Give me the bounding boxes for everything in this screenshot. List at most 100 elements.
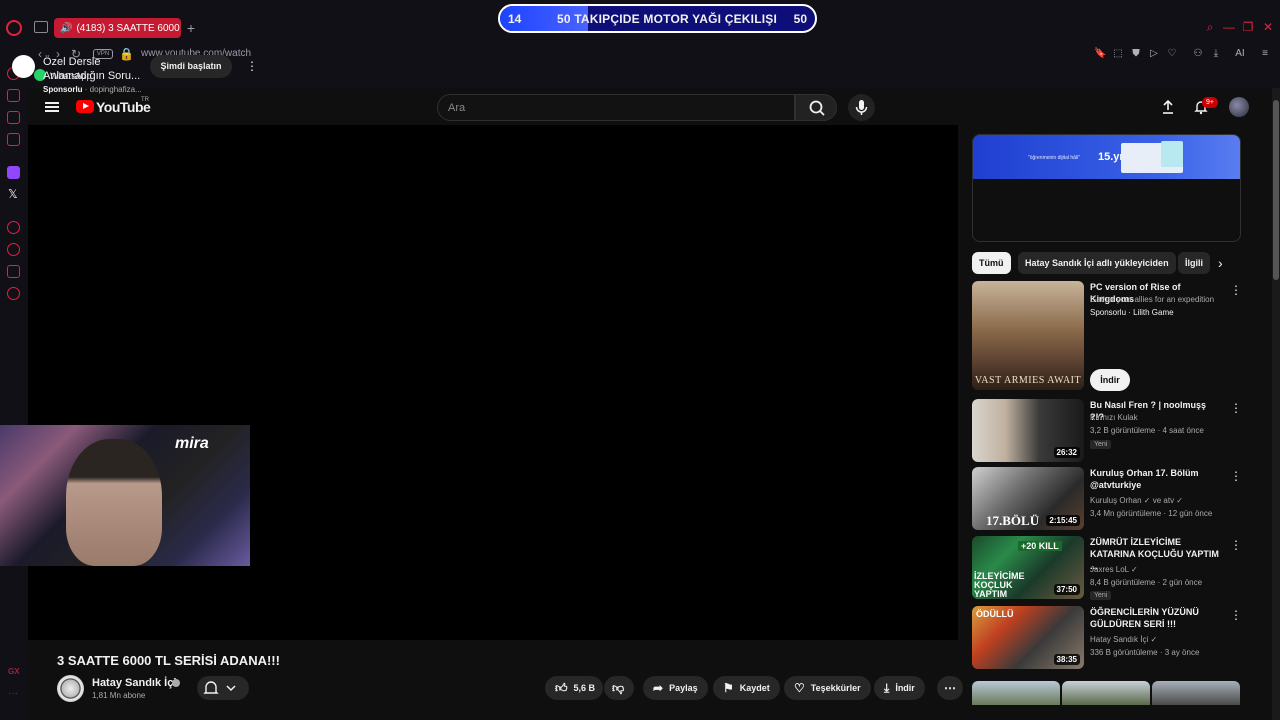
video-thumbnail[interactable]: 17.BÖLÜ 2:15:45: [972, 467, 1084, 530]
dislike-button[interactable]: 👎︎: [604, 676, 634, 700]
ai-button[interactable]: AI: [1230, 48, 1250, 60]
search-tabs-icon[interactable]: ⌕: [1203, 20, 1217, 34]
more-vert-icon[interactable]: ⋮: [1230, 538, 1242, 552]
video-thumbnail[interactable]: 26:32: [972, 399, 1084, 462]
video-thumbnail[interactable]: ÖDÜLLÜ 38:35: [972, 606, 1084, 669]
shopping-icon[interactable]: [7, 89, 20, 102]
search-input[interactable]: [437, 94, 795, 121]
ai-label: AI: [1235, 48, 1245, 59]
video-title[interactable]: Kuruluş Orhan 17. Bölüm @atvturkiye: [1090, 467, 1222, 491]
chip-uploader[interactable]: Hatay Sandık İçi adlı yükleyiciden: [1018, 252, 1176, 274]
ad-logo[interactable]: [12, 55, 35, 78]
account-avatar[interactable]: [1229, 97, 1249, 117]
list-item[interactable]: ÖDÜLLÜ 38:35 ÖĞRENCİLERİN YÜZÜNÜ GÜLDÜRE…: [972, 606, 1242, 670]
gx-icon[interactable]: GX: [8, 667, 20, 676]
list-item[interactable]: VAST ARMIES AWAIT PC version of Rise of …: [972, 281, 1242, 391]
channel-name[interactable]: Jaxres LoL ✓: [1090, 565, 1138, 574]
more-vert-icon[interactable]: ⋮: [1230, 608, 1242, 622]
thanks-label: Teşekkürler: [810, 683, 861, 693]
save-icon: ⚑: [723, 681, 734, 695]
thumbs-down-icon: 👎︎: [612, 680, 625, 695]
close-window-icon[interactable]: ✕: [1261, 20, 1275, 34]
account-icon[interactable]: ⚇: [1192, 48, 1204, 60]
minimize-icon[interactable]: —: [1222, 20, 1236, 34]
thumbs-up-icon: 👍︎: [555, 680, 568, 695]
chip-related[interactable]: İlgili: [1178, 252, 1210, 274]
sidebar-more-icon[interactable]: ···: [8, 688, 18, 699]
chevron-right-icon[interactable]: ›: [1218, 256, 1232, 270]
ad-card[interactable]: "öğrenmenin dijital hâli" 15.yıl: [972, 134, 1241, 242]
thumbnail-text: İZLEYİCİME KOÇLUK YAPTIM: [974, 571, 1025, 599]
download-button[interactable]: ⤓ İndir: [874, 676, 925, 700]
bookmark-icon[interactable]: 🔖: [1094, 48, 1106, 60]
ad-cta-button[interactable]: Şimdi başlatın: [150, 55, 232, 78]
video-title[interactable]: ÖĞRENCİLERİN YÜZÜNÜ GÜLDÜREN SERİ !!!: [1090, 606, 1222, 630]
channel-avatar[interactable]: [57, 675, 84, 702]
youtube-logo-icon[interactable]: [76, 100, 94, 113]
more-vert-icon[interactable]: ⋮: [1230, 469, 1242, 483]
more-actions-button[interactable]: ⋯: [937, 676, 963, 700]
like-button[interactable]: 👍︎ 5,6 B: [545, 676, 603, 700]
thanks-button[interactable]: ♡ Teşekkürler: [784, 676, 871, 700]
twitch-icon[interactable]: [7, 166, 20, 179]
upload-icon: [1163, 99, 1173, 114]
thumbnail-text: ÖDÜLLÜ: [976, 609, 1014, 619]
snapshot-icon[interactable]: ⬚: [1112, 48, 1124, 60]
settings-icon[interactable]: [7, 287, 20, 300]
heart-icon[interactable]: ♡: [1166, 48, 1178, 60]
video-thumbnail[interactable]: +20 KILL İZLEYİCİME KOÇLUK YAPTIM 37:50: [972, 536, 1084, 599]
history-icon[interactable]: [7, 243, 20, 256]
more-vert-icon[interactable]: ⋮: [1230, 283, 1242, 297]
list-item[interactable]: +20 KILL İZLEYİCİME KOÇLUK YAPTIM 37:50 …: [972, 536, 1242, 600]
search-icon: [809, 100, 825, 116]
new-badge: Yeni: [1090, 440, 1112, 449]
tab-list-icon[interactable]: [34, 21, 48, 33]
subscriber-count: 1,81 Mn abone: [92, 691, 146, 700]
share-icon: ➦: [653, 681, 664, 695]
x-icon[interactable]: 𝕏: [8, 187, 18, 201]
video-duration: 38:35: [1053, 654, 1080, 665]
new-tab-button[interactable]: +: [184, 19, 198, 37]
music-icon[interactable]: [7, 133, 20, 146]
browser-tab-active[interactable]: 🔊 (4183) 3 SAATTE 6000: [54, 18, 181, 38]
search-button[interactable]: [795, 94, 837, 121]
channel-name[interactable]: Kuruluş Orhan ✓ ve atv ✓: [1090, 496, 1183, 505]
video-thumbnail[interactable]: [1152, 681, 1240, 705]
play-icon[interactable]: ▷: [1148, 48, 1160, 60]
install-button[interactable]: İndir: [1090, 369, 1130, 391]
more-vert-icon[interactable]: ⋮: [1230, 401, 1242, 415]
voice-search-button[interactable]: [848, 94, 875, 121]
more-vert-icon[interactable]: ⋮: [246, 58, 258, 74]
video-duration: 26:32: [1053, 447, 1080, 458]
download-icon[interactable]: ⤓: [1210, 48, 1222, 60]
channel-name[interactable]: Hatay Sandık İçi ✓: [1090, 635, 1157, 644]
subscription-bell-button[interactable]: [197, 676, 249, 700]
thumbnail-badge: +20 KILL: [1018, 541, 1062, 551]
list-item[interactable]: 26:32 Bu Nasıl Fren ? | noolmuşş ?!? Kır…: [972, 399, 1242, 463]
news-icon[interactable]: [7, 111, 20, 124]
list-item[interactable]: 17.BÖLÜ 2:15:45 Kuruluş Orhan 17. Bölüm …: [972, 467, 1242, 531]
notification-count-badge: 9+: [1202, 97, 1218, 108]
maximize-icon[interactable]: ❐: [1241, 20, 1255, 34]
sponsor-meta: Sponsorlu · Lilith Game: [1090, 308, 1174, 317]
video-thumbnail[interactable]: [972, 681, 1060, 705]
save-button[interactable]: ⚑ Kaydet: [713, 676, 780, 700]
hamburger-icon[interactable]: [45, 100, 59, 114]
upload-button[interactable]: [1160, 99, 1176, 115]
channel-name[interactable]: Kırmızı Kulak: [1090, 413, 1138, 422]
share-button[interactable]: ➦ Paylaş: [643, 676, 708, 700]
video-thumbnail[interactable]: VAST ARMIES AWAIT: [972, 281, 1084, 390]
scrollbar-thumb[interactable]: [1273, 100, 1279, 280]
chip-all[interactable]: Tümü: [972, 252, 1011, 274]
opera-logo-icon[interactable]: [6, 20, 22, 36]
channel-name[interactable]: Hatay Sandık İçi: [92, 677, 176, 689]
shield-icon[interactable]: ⛊: [1130, 48, 1142, 60]
ad-title[interactable]: Özel Dersle Anlamadığın Soru...: [43, 55, 143, 83]
video-thumbnail[interactable]: [1062, 681, 1150, 705]
video-meta: 3,4 Mn görüntüleme · 12 gün önce: [1090, 509, 1213, 518]
extensions-icon[interactable]: [7, 265, 20, 278]
menu-icon[interactable]: ≡: [1259, 48, 1271, 60]
add-icon[interactable]: [7, 221, 20, 234]
ad-banner[interactable]: "öğrenmenin dijital hâli" 15.yıl: [973, 135, 1240, 179]
filter-chips: Tümü Hatay Sandık İçi adlı yükleyiciden …: [972, 252, 1240, 274]
